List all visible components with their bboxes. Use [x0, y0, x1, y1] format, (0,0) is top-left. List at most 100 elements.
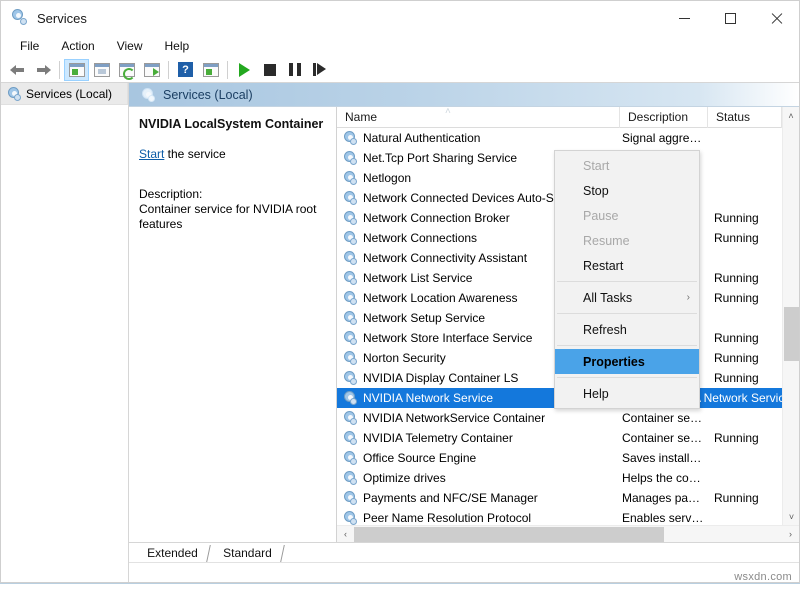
pause-service-icon	[289, 63, 301, 76]
context-menu-item-label: Refresh	[583, 323, 627, 337]
column-header-status[interactable]: Status	[708, 107, 782, 128]
scroll-left-arrow-icon[interactable]: ‹	[337, 529, 354, 539]
service-name: Office Source Engine	[363, 451, 476, 465]
table-row[interactable]: Peer Name Resolution ProtocolEnables ser…	[337, 508, 799, 525]
tab-extended[interactable]: Extended	[133, 545, 210, 562]
context-menu-item-label: Restart	[583, 259, 623, 273]
restart-service-button[interactable]	[307, 59, 332, 81]
pause-service-button[interactable]	[282, 59, 307, 81]
cell-description: Manages pa…	[620, 491, 708, 505]
minimize-button[interactable]	[661, 1, 707, 35]
scroll-right-arrow-icon[interactable]: ›	[782, 529, 799, 539]
menu-bar: File Action View Help	[1, 35, 799, 57]
context-menu-item-start: Start	[555, 153, 699, 178]
column-header-description-label: Description	[628, 110, 688, 124]
cell-description: Helps the co…	[620, 471, 708, 485]
menu-help[interactable]: Help	[154, 37, 201, 55]
context-menu-item-label: Properties	[583, 355, 645, 369]
service-gear-icon	[343, 391, 357, 405]
service-name: NVIDIA Network Service	[363, 391, 493, 405]
service-action-line: Start the service	[139, 147, 326, 161]
stop-service-button[interactable]	[257, 59, 282, 81]
vertical-scrollbar[interactable]: ˄ ˅	[782, 107, 799, 525]
export-list-icon	[144, 63, 160, 77]
context-menu-item-all-tasks[interactable]: All Tasks›	[555, 285, 699, 310]
export-list-button[interactable]	[139, 59, 164, 81]
service-name: Net.Tcp Port Sharing Service	[363, 151, 517, 165]
table-row[interactable]: NVIDIA NetworkService Container Container…	[337, 408, 799, 428]
toolbar-separator	[59, 61, 60, 79]
close-button[interactable]	[753, 1, 799, 35]
service-gear-icon	[343, 271, 357, 285]
start-service-link[interactable]: Start	[139, 147, 164, 161]
forward-button[interactable]	[30, 59, 55, 81]
cell-status: Running	[708, 431, 782, 445]
submenu-arrow-icon: ›	[687, 292, 690, 303]
horizontal-scrollbar-thumb[interactable]	[354, 527, 664, 542]
service-gear-icon	[343, 431, 357, 445]
results-pane-header: Services (Local)	[129, 83, 799, 107]
view-tabs: Extended Standard	[129, 542, 799, 562]
column-header-name-label: Name	[345, 110, 377, 124]
cell-name: NVIDIA NetworkService Container	[337, 411, 620, 425]
scroll-down-arrow-icon[interactable]: ˅	[783, 508, 800, 525]
show-hide-console-tree-button[interactable]	[64, 59, 89, 81]
column-header-name[interactable]: Name ˄	[337, 107, 620, 128]
service-name: Netlogon	[363, 171, 411, 185]
table-row[interactable]: Office Source EngineSaves install…	[337, 448, 799, 468]
scroll-up-arrow-icon[interactable]: ˄	[783, 107, 799, 124]
service-gear-icon	[343, 471, 357, 485]
cell-name: NVIDIA Telemetry Container	[337, 431, 620, 445]
description-text: Container service for NVIDIA root featur…	[139, 202, 326, 233]
context-menu-item-restart[interactable]: Restart	[555, 253, 699, 278]
vertical-scrollbar-thumb[interactable]	[784, 307, 799, 361]
table-row[interactable]: NVIDIA Telemetry Container Container se…R…	[337, 428, 799, 448]
table-row[interactable]: Payments and NFC/SE ManagerManages pa…Ru…	[337, 488, 799, 508]
horizontal-scrollbar[interactable]: ‹ ›	[337, 525, 799, 542]
toolbar: ?	[1, 57, 799, 83]
cell-description: Container se…	[620, 411, 708, 425]
table-row[interactable]: Optimize drives Helps the co…	[337, 468, 799, 488]
show-action-pane-button[interactable]	[198, 59, 223, 81]
tab-standard[interactable]: Standard	[209, 545, 284, 562]
refresh-button[interactable]	[114, 59, 139, 81]
menu-file[interactable]: File	[9, 37, 50, 55]
window-bottom-edge	[0, 583, 800, 589]
service-gear-icon	[343, 211, 357, 225]
context-menu-separator	[557, 377, 697, 378]
console-tree-pane: Services (Local)	[1, 83, 129, 582]
context-menu-item-refresh[interactable]: Refresh	[555, 317, 699, 342]
cell-status: Running	[708, 491, 782, 505]
help-button[interactable]: ?	[173, 59, 198, 81]
cell-description: Container se…	[620, 431, 708, 445]
context-menu-separator	[557, 345, 697, 346]
maximize-button[interactable]	[707, 1, 753, 35]
context-menu-item-resume: Resume	[555, 228, 699, 253]
context-menu-item-label: Stop	[583, 184, 609, 198]
context-menu-item-stop[interactable]: Stop	[555, 178, 699, 203]
start-service-button[interactable]	[232, 59, 257, 81]
column-header-description[interactable]: Description	[620, 107, 708, 128]
context-menu-item-help[interactable]: Help	[555, 381, 699, 406]
cell-name: Payments and NFC/SE Manager	[337, 491, 620, 505]
context-menu: StartStopPauseResumeRestartAll Tasks›Ref…	[554, 150, 700, 409]
back-button[interactable]	[5, 59, 30, 81]
table-row[interactable]: Natural AuthenticationSignal aggre…	[337, 128, 799, 148]
cell-description: Enables serv…	[620, 511, 708, 525]
cell-status: Running	[708, 371, 782, 385]
tab-standard-label: Standard	[223, 546, 272, 560]
service-name: NVIDIA Display Container LS	[363, 371, 518, 385]
cell-status: Running	[708, 291, 782, 305]
show-hide-console-tree-icon	[69, 63, 85, 77]
menu-view[interactable]: View	[106, 37, 154, 55]
tree-item-services-local[interactable]: Services (Local)	[1, 83, 128, 105]
service-name: Natural Authentication	[363, 131, 480, 145]
service-gear-icon	[343, 291, 357, 305]
service-name: NVIDIA Telemetry Container	[363, 431, 513, 445]
menu-action[interactable]: Action	[50, 37, 105, 55]
service-name: Optimize drives	[363, 471, 446, 485]
tree-item-label: Services (Local)	[26, 87, 112, 101]
context-menu-item-properties[interactable]: Properties	[555, 349, 699, 374]
properties-button[interactable]	[89, 59, 114, 81]
service-name: NVIDIA NetworkService Container	[363, 411, 545, 425]
